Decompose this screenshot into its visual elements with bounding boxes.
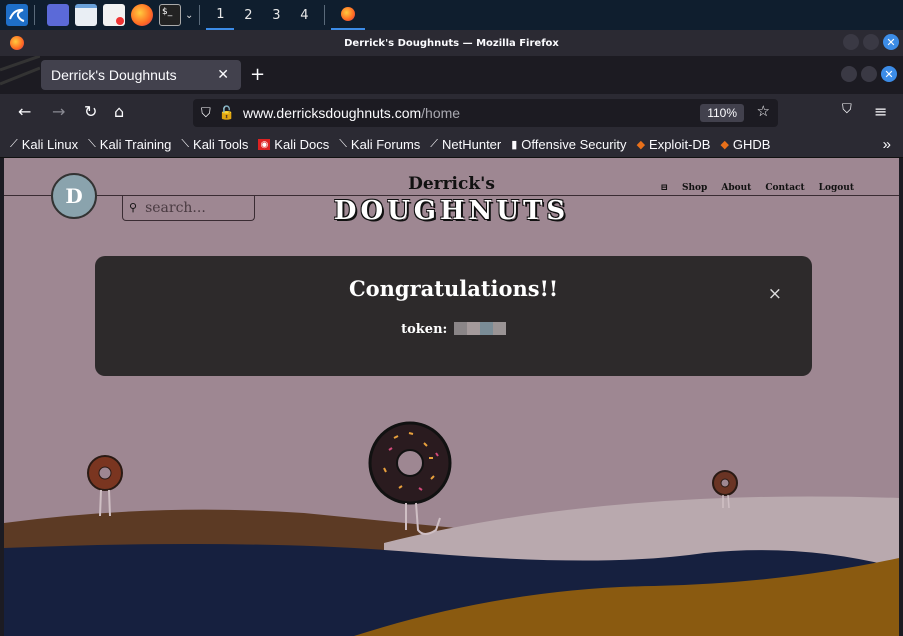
doughnut-center — [368, 421, 452, 535]
bookmark-label: GHDB — [732, 137, 771, 152]
kali-dragon-icon: ⟍ — [88, 138, 96, 150]
close-window-button[interactable]: ✕ — [883, 34, 899, 50]
insecure-lock-icon[interactable]: 🔓 — [219, 106, 235, 121]
close-icon: ✕ — [886, 35, 896, 49]
chevron-down-icon[interactable]: ⌄ — [185, 10, 193, 21]
kali-dragon-icon: ⟍ — [339, 138, 347, 150]
bookmark-ghdb[interactable]: ◆ GHDB — [720, 137, 770, 152]
workspace-3[interactable]: 3 — [262, 0, 290, 30]
nav-contact[interactable]: Contact — [765, 183, 804, 193]
close-tab-icon[interactable]: ✕ — [217, 66, 229, 83]
bookmarks-overflow-icon[interactable]: » — [883, 136, 891, 153]
window-titlebar: Derrick's Doughnuts — Mozilla Firefox ✕ — [0, 30, 903, 56]
offsec-icon: ▮ — [511, 139, 518, 151]
new-tab-button[interactable]: + — [250, 64, 265, 85]
firefox-launcher-icon[interactable] — [131, 4, 153, 26]
bookmark-label: Kali Forums — [350, 137, 421, 152]
zoom-indicator[interactable]: 110% — [700, 104, 744, 122]
kali-menu-icon[interactable] — [6, 4, 28, 26]
congratulations-modal: Congratulations!! × token: — [95, 256, 812, 376]
bookmark-kali-tools[interactable]: ⟍ Kali Tools — [181, 137, 248, 152]
workspace-4[interactable]: 4 — [290, 0, 318, 30]
bookmark-label: Kali Docs — [274, 137, 330, 152]
firefox-window-button[interactable] — [331, 0, 366, 30]
exploitdb-icon: ◆ — [636, 139, 646, 151]
bookmark-label: Kali Tools — [193, 137, 249, 152]
firefox-icon — [341, 7, 356, 21]
taskbar-divider — [324, 5, 326, 25]
url-bar[interactable]: ⛉ 🔓 www.derricksdoughnuts.com/home 110% … — [193, 99, 778, 127]
reload-button[interactable]: ↻ — [84, 102, 97, 121]
nav-logout[interactable]: Logout — [819, 183, 854, 193]
workspace-2[interactable]: 2 — [234, 0, 262, 30]
home-button[interactable]: ⌂ — [114, 102, 124, 121]
token-label: token: — [401, 322, 448, 337]
minimize-button[interactable] — [841, 66, 857, 82]
url-path: /home — [421, 105, 461, 121]
bookmark-kali-forums[interactable]: ⟍ Kali Forums — [339, 137, 420, 152]
window-title: Derrick's Doughnuts — Mozilla Firefox — [344, 37, 559, 49]
url-host: www.derricksdoughnuts.com — [242, 105, 422, 121]
pocket-icon[interactable]: ⛉ — [842, 102, 852, 117]
forward-button[interactable]: → — [52, 102, 65, 121]
bookmark-label: Kali Linux — [21, 137, 79, 152]
nav-about[interactable]: About — [721, 183, 751, 193]
kali-docs-icon: ◉ — [258, 139, 271, 150]
firefox-icon — [10, 36, 24, 50]
kali-dragon-icon: ⟍ — [181, 138, 190, 150]
tab-derricks-doughnuts[interactable]: Derrick's Doughnuts ✕ — [41, 60, 241, 90]
minimize-button[interactable] — [843, 34, 859, 50]
kali-dragon-icon: ⟋ — [10, 138, 18, 150]
bookmark-star-icon[interactable]: ☆ — [757, 102, 770, 120]
terminal-icon[interactable]: $_ — [159, 4, 181, 26]
modal-title: Congratulations!! — [348, 276, 559, 301]
bookmark-kali-linux[interactable]: ⟋ Kali Linux — [10, 137, 78, 152]
redacted-token — [453, 322, 506, 337]
web-page: D ⚲ search... Derrick's DOUGHNUTS ⊟ Shop… — [4, 158, 899, 636]
bookmark-kali-docs[interactable]: ◉ Kali Docs — [258, 137, 329, 152]
bookmark-label: NetHunter — [441, 137, 502, 152]
bookmarks-toolbar: ⟋ Kali Linux ⟍ Kali Training ⟍ Kali Tools ◉… — [0, 132, 903, 158]
text-editor-icon[interactable] — [103, 4, 125, 26]
file-manager-icon[interactable] — [75, 4, 97, 26]
navigation-toolbar: ← → ↻ ⌂ ⛉ 🔓 www.derricksdoughnuts.com/ho… — [0, 94, 903, 132]
bookmark-label: Exploit-DB — [649, 137, 711, 152]
tab-strip-decoration — [0, 56, 40, 86]
close-window-button[interactable]: ✕ — [881, 66, 897, 82]
app-menu-icon[interactable]: ≡ — [874, 102, 887, 121]
site-nav: ⊟ Shop About Contact Logout — [660, 183, 854, 193]
bookmark-offensive-security[interactable]: ▮ Offensive Security — [511, 137, 626, 152]
maximize-button[interactable] — [863, 34, 879, 50]
bookmark-kali-training[interactable]: ⟍ Kali Training — [88, 137, 171, 152]
workspace-1[interactable]: 1 — [206, 0, 235, 30]
brand-title-line2: DOUGHNUTS — [333, 196, 570, 226]
landscape-background — [4, 421, 899, 636]
bookmark-label: Offensive Security — [521, 137, 627, 152]
nethunter-icon: ⟋ — [430, 138, 438, 150]
doughnut-left — [87, 455, 123, 517]
tab-strip: Derrick's Doughnuts ✕ + ✕ — [0, 56, 903, 94]
tab-title: Derrick's Doughnuts — [51, 67, 177, 83]
nav-shop[interactable]: Shop — [682, 183, 707, 193]
taskbar-divider — [199, 5, 201, 25]
close-icon: ✕ — [884, 67, 894, 81]
desktop-icon[interactable] — [47, 4, 69, 26]
os-taskbar: $_ ⌄ 1 2 3 4 — [0, 0, 903, 30]
shield-icon[interactable]: ⛉ — [201, 106, 211, 121]
bookmark-nethunter[interactable]: ⟋ NetHunter — [430, 137, 501, 152]
taskbar-divider — [34, 5, 35, 25]
maximize-button[interactable] — [861, 66, 877, 82]
modal-close-button[interactable]: × — [768, 284, 782, 304]
cart-icon[interactable]: ⊟ — [660, 183, 668, 193]
token-row: token: — [95, 322, 812, 337]
bookmark-label: Kali Training — [99, 137, 172, 152]
bookmark-exploit-db[interactable]: ◆ Exploit-DB — [637, 137, 711, 152]
exploitdb-icon: ◆ — [720, 139, 729, 151]
back-button[interactable]: ← — [18, 102, 31, 121]
